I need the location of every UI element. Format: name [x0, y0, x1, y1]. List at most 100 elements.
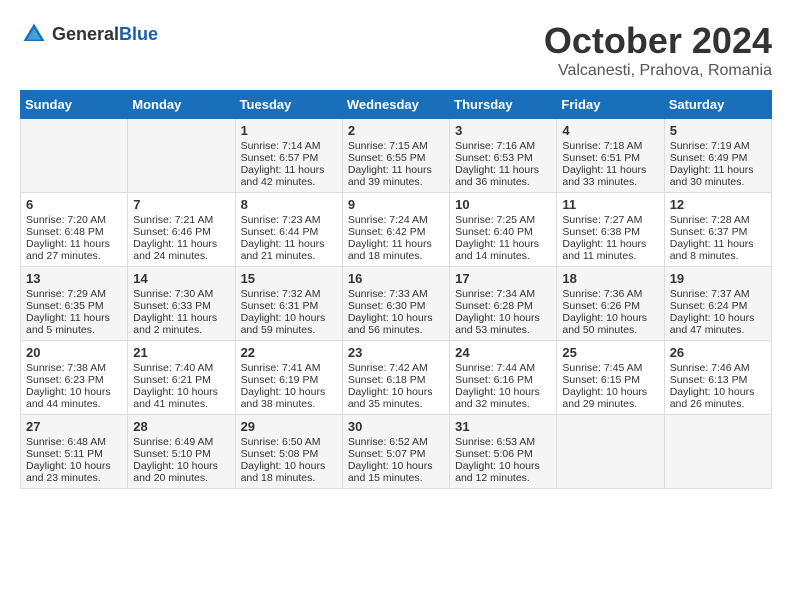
calendar-cell: 13Sunrise: 7:29 AMSunset: 6:35 PMDayligh…: [21, 267, 128, 341]
cell-content-line: Sunset: 6:37 PM: [670, 226, 766, 238]
cell-content-line: Sunset: 5:08 PM: [241, 448, 337, 460]
logo-general-text: General: [52, 24, 119, 44]
cell-content-line: Sunrise: 6:52 AM: [348, 436, 444, 448]
cell-content-line: Daylight: 10 hours and 35 minutes.: [348, 386, 444, 410]
weekday-header-wednesday: Wednesday: [342, 91, 449, 119]
calendar-cell: 10 Sunrise: 7:25 AMSunset: 6:40 PMDayligh…: [450, 193, 557, 267]
weekday-header-thursday: Thursday: [450, 91, 557, 119]
calendar-cell: 12Sunrise: 7:28 AMSunset: 6:37 PMDayligh…: [664, 193, 771, 267]
cell-content-line: Daylight: 10 hours and 26 minutes.: [670, 386, 766, 410]
cell-content-line: Sunset: 6:16 PM: [455, 374, 551, 386]
cell-content-line: Sunrise: 7:41 AM: [241, 362, 337, 374]
cell-content-line: Daylight: 11 hours and 24 minutes.: [133, 238, 229, 262]
cell-content-line: Sunrise: 7:37 AM: [670, 288, 766, 300]
day-number: 15: [241, 271, 337, 286]
calendar-table: SundayMondayTuesdayWednesdayThursdayFrid…: [20, 90, 772, 489]
cell-content-line: Daylight: 10 hours and 59 minutes.: [241, 312, 337, 336]
cell-content-line: Sunset: 6:18 PM: [348, 374, 444, 386]
calendar-cell: 28Sunrise: 6:49 AMSunset: 5:10 PMDayligh…: [128, 415, 235, 489]
weekday-header-friday: Friday: [557, 91, 664, 119]
cell-content-line: Daylight: 11 hours and 21 minutes.: [241, 238, 337, 262]
calendar-cell: 18Sunrise: 7:36 AMSunset: 6:26 PMDayligh…: [557, 267, 664, 341]
cell-content-line: Daylight: 10 hours and 29 minutes.: [562, 386, 658, 410]
weekday-header-row: SundayMondayTuesdayWednesdayThursdayFrid…: [21, 91, 772, 119]
calendar-cell: 3Sunrise: 7:16 AMSunset: 6:53 PMDaylight…: [450, 119, 557, 193]
day-number: 23: [348, 345, 444, 360]
cell-content-line: Sunset: 6:40 PM: [455, 226, 551, 238]
cell-content-line: Sunrise: 7:32 AM: [241, 288, 337, 300]
cell-content-line: Daylight: 11 hours and 11 minutes.: [562, 238, 658, 262]
day-number: 22: [241, 345, 337, 360]
cell-content-line: Sunrise: 7:18 AM: [562, 140, 658, 152]
cell-content-line: Sunset: 6:28 PM: [455, 300, 551, 312]
calendar-cell: [664, 415, 771, 489]
cell-content-line: Daylight: 10 hours and 41 minutes.: [133, 386, 229, 410]
calendar-cell: 27Sunrise: 6:48 AMSunset: 5:11 PMDayligh…: [21, 415, 128, 489]
cell-content-line: Sunrise: 7:45 AM: [562, 362, 658, 374]
day-number: 20: [26, 345, 122, 360]
calendar-cell: 21Sunrise: 7:40 AMSunset: 6:21 PMDayligh…: [128, 341, 235, 415]
cell-content-line: Sunrise: 7:46 AM: [670, 362, 766, 374]
calendar-cell: 8Sunrise: 7:23 AMSunset: 6:44 PMDaylight…: [235, 193, 342, 267]
cell-content-line: Sunrise: 7:21 AM: [133, 214, 229, 226]
cell-content-line: Daylight: 10 hours and 47 minutes.: [670, 312, 766, 336]
cell-content-line: Sunset: 6:33 PM: [133, 300, 229, 312]
day-number: 4: [562, 123, 658, 138]
calendar-cell: 16Sunrise: 7:33 AMSunset: 6:30 PMDayligh…: [342, 267, 449, 341]
day-number: 26: [670, 345, 766, 360]
cell-content-line: Sunrise: 7:14 AM: [241, 140, 337, 152]
day-number: 12: [670, 197, 766, 212]
calendar-cell: [21, 119, 128, 193]
cell-content-line: Sunrise: 7:42 AM: [348, 362, 444, 374]
day-number: 2: [348, 123, 444, 138]
day-number: 19: [670, 271, 766, 286]
day-number: 13: [26, 271, 122, 286]
weekday-header-sunday: Sunday: [21, 91, 128, 119]
cell-content-line: Sunset: 6:48 PM: [26, 226, 122, 238]
cell-content-line: Daylight: 11 hours and 5 minutes.: [26, 312, 122, 336]
cell-content-line: Daylight: 11 hours and 27 minutes.: [26, 238, 122, 262]
day-number: 5: [670, 123, 766, 138]
calendar-cell: 2Sunrise: 7:15 AMSunset: 6:55 PMDaylight…: [342, 119, 449, 193]
day-number: 10: [455, 197, 551, 212]
cell-content-line: Sunrise: 7:34 AM: [455, 288, 551, 300]
cell-content-line: Sunrise: 7:25 AM: [455, 214, 551, 226]
cell-content-line: Sunrise: 7:16 AM: [455, 140, 551, 152]
calendar-cell: 23 Sunrise: 7:42 AMSunset: 6:18 PMDayligh…: [342, 341, 449, 415]
weekday-header-saturday: Saturday: [664, 91, 771, 119]
location-title: Valcanesti, Prahova, Romania: [544, 62, 772, 80]
cell-content-line: Sunset: 6:24 PM: [670, 300, 766, 312]
day-number: 7: [133, 197, 229, 212]
cell-content-line: Daylight: 11 hours and 2 minutes.: [133, 312, 229, 336]
calendar-cell: 17Sunrise: 7:34 AMSunset: 6:28 PMDayligh…: [450, 267, 557, 341]
week-row-2: 6Sunrise: 7:20 AMSunset: 6:48 PMDaylight…: [21, 193, 772, 267]
cell-content-line: Daylight: 11 hours and 14 minutes.: [455, 238, 551, 262]
logo: GeneralBlue: [20, 20, 158, 48]
day-number: 14: [133, 271, 229, 286]
cell-content-line: Sunset: 6:46 PM: [133, 226, 229, 238]
calendar-cell: 6Sunrise: 7:20 AMSunset: 6:48 PMDaylight…: [21, 193, 128, 267]
calendar-cell: 29Sunrise: 6:50 AMSunset: 5:08 PMDayligh…: [235, 415, 342, 489]
calendar-cell: 19 Sunrise: 7:37 AMSunset: 6:24 PMDayligh…: [664, 267, 771, 341]
weekday-header-monday: Monday: [128, 91, 235, 119]
page-header: GeneralBlue October 2024 Valcanesti, Pra…: [20, 20, 772, 80]
calendar-cell: 31Sunrise: 6:53 AMSunset: 5:06 PMDayligh…: [450, 415, 557, 489]
calendar-cell: 25Sunrise: 7:45 AMSunset: 6:15 PMDayligh…: [557, 341, 664, 415]
cell-content-line: Sunset: 6:51 PM: [562, 152, 658, 164]
day-number: 30: [348, 419, 444, 434]
cell-content-line: Sunset: 6:55 PM: [348, 152, 444, 164]
cell-content-line: Sunset: 6:13 PM: [670, 374, 766, 386]
day-number: 16: [348, 271, 444, 286]
day-number: 28: [133, 419, 229, 434]
day-number: 21: [133, 345, 229, 360]
cell-content-line: Daylight: 11 hours and 36 minutes.: [455, 164, 551, 188]
month-title: October 2024: [544, 20, 772, 62]
calendar-cell: 22Sunrise: 7:41 AMSunset: 6:19 PMDayligh…: [235, 341, 342, 415]
cell-content-line: Sunrise: 6:48 AM: [26, 436, 122, 448]
cell-content-line: Sunset: 6:38 PM: [562, 226, 658, 238]
day-number: 6: [26, 197, 122, 212]
cell-content-line: Sunrise: 7:29 AM: [26, 288, 122, 300]
cell-content-line: Sunrise: 7:24 AM: [348, 214, 444, 226]
calendar-cell: 4Sunrise: 7:18 AMSunset: 6:51 PMDaylight…: [557, 119, 664, 193]
week-row-1: 1Sunrise: 7:14 AMSunset: 6:57 PMDaylight…: [21, 119, 772, 193]
